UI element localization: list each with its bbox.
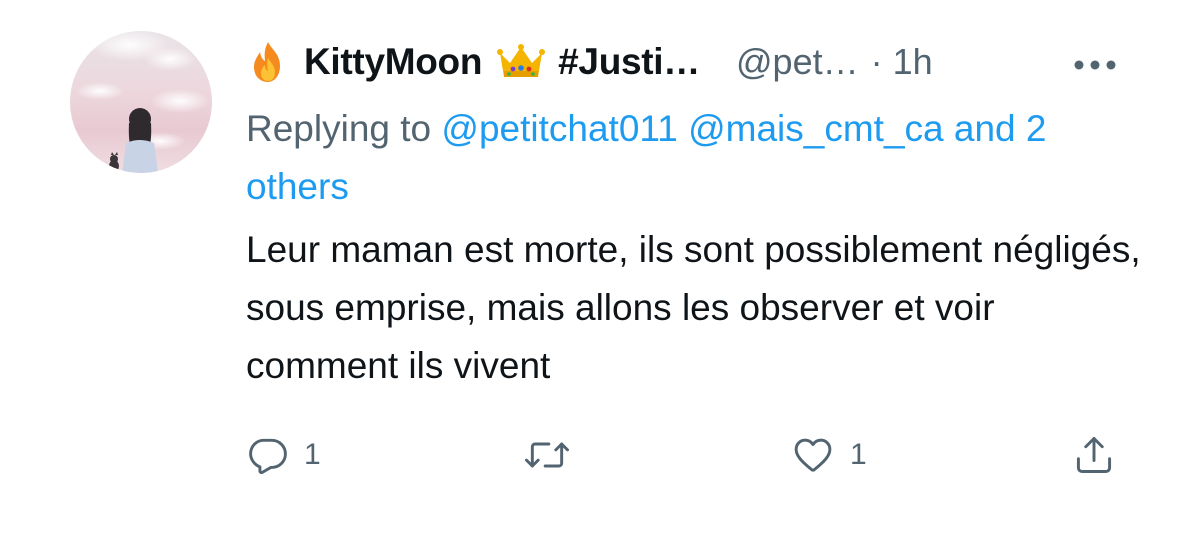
separator-dot: · [870,41,883,82]
tweet-text: Leur maman est morte, ils sont possiblem… [246,229,1141,386]
avatar-illustration [76,31,210,173]
tweet-header: KittyMoon #Justi… @pet… · 1h [246,36,933,88]
reply-count: 1 [304,438,321,471]
user-handle[interactable]: @pet… [736,41,859,83]
retweet-icon [523,433,571,477]
avatar[interactable] [70,31,212,173]
replying-and[interactable]: and [954,108,1016,149]
tweet-time[interactable]: 1h [893,41,933,83]
display-name-hashtag: #Justi… [558,41,700,82]
fire-icon [246,40,290,84]
mention-link-1[interactable]: @petitchat011 [441,108,677,149]
share-button[interactable] [1072,430,1116,480]
like-icon [790,433,836,477]
share-icon [1072,433,1116,477]
replying-to: Replying to @petitchat011 @mais_cmt_ca a… [246,100,1126,216]
like-button[interactable]: 1 [790,430,867,480]
reply-button[interactable]: 1 [246,430,321,480]
like-count: 1 [850,438,867,471]
retweet-button[interactable] [523,430,585,480]
replying-prefix: Replying to [246,108,432,149]
crown-icon [496,43,546,81]
reply-icon [246,433,290,477]
tweet[interactable]: KittyMoon #Justi… @pet… · 1h Replying to… [0,0,1192,557]
mention-link-2[interactable]: @mais_cmt_ca [688,108,944,149]
display-name[interactable]: KittyMoon [304,41,482,83]
more-options-icon[interactable] [1073,58,1117,70]
